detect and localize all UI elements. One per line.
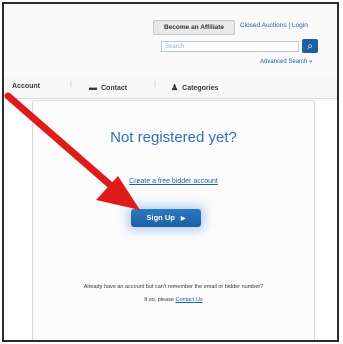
create-account-link[interactable]: Create a free bidder account [33,178,314,185]
nav-separator: | [154,81,156,88]
advanced-search-link[interactable]: Advanced Search » [260,59,312,65]
contact-prompt-prefix: If so, please [144,297,174,303]
nav-categories-label: Categories [182,85,219,92]
register-panel: Not registered yet? Create a free bidder… [32,100,315,340]
become-affiliate-button[interactable]: Become an Affiliate [153,20,235,35]
forgot-account-text: Already have an account but can't rememb… [83,284,264,290]
nav-contact-label: Contact [101,85,128,92]
contact-prompt: If so, please Contact Us [33,297,314,303]
top-links[interactable]: Closed Auctions | Login [240,22,308,29]
search-button[interactable]: ⌕ [302,39,318,53]
search-input[interactable]: Search [161,41,299,52]
browser-frame: Become an Affiliate Closed Auctions | Lo… [2,2,339,342]
page-title: Not registered yet? [110,129,237,146]
contact-us-link[interactable]: Contact Us [175,297,202,303]
nav-categories[interactable]: ♟ Categories [171,83,218,92]
search-icon: ⌕ [307,40,313,52]
nav-contact[interactable]: ▬ Contact [89,83,127,92]
sign-up-button[interactable]: Sign Up ▶ [131,209,201,227]
sign-up-label: Sign Up [146,213,175,222]
nav-separator: | [70,81,72,88]
nav-account[interactable]: Account [12,83,40,90]
chat-icon: ▬ [89,83,97,92]
play-arrow-icon: ▶ [180,216,186,222]
header-bar: Become an Affiliate Closed Auctions | Lo… [4,4,337,76]
nav-bar: Account | ▬ Contact | ♟ Categories [4,76,337,99]
people-icon: ♟ [171,83,179,92]
